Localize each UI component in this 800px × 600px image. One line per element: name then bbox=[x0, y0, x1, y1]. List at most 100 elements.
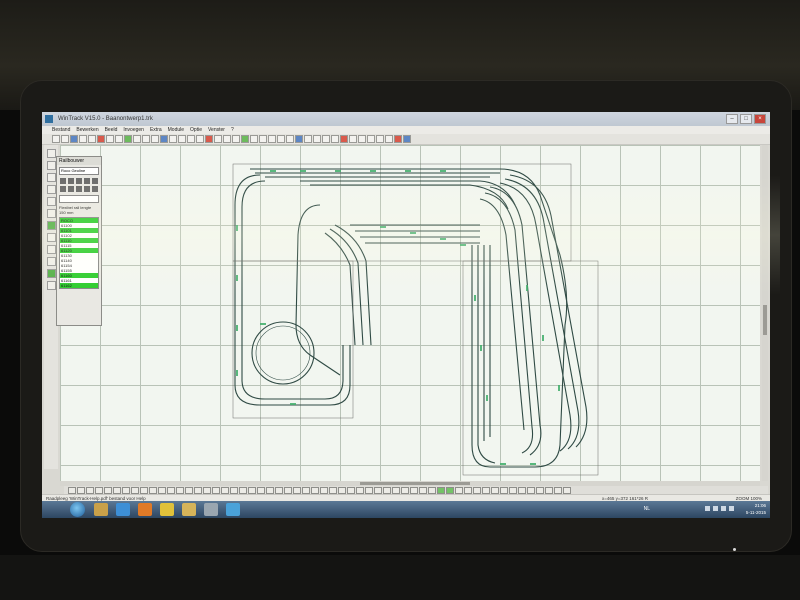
language-indicator[interactable]: NL bbox=[644, 506, 650, 512]
layer-tab-icon[interactable] bbox=[365, 486, 373, 494]
toolbar-button-icon[interactable] bbox=[115, 135, 123, 143]
wintrack-icon[interactable] bbox=[204, 503, 218, 516]
select-tool-icon[interactable] bbox=[46, 149, 56, 158]
grid-tool-icon[interactable] bbox=[46, 221, 56, 230]
layer-tab-icon[interactable] bbox=[194, 486, 202, 494]
layer-tab-icon[interactable] bbox=[212, 486, 220, 494]
layer-tab-icon[interactable] bbox=[392, 486, 400, 494]
menu-venster[interactable]: Venster bbox=[208, 127, 225, 133]
toolbar-button-icon[interactable] bbox=[259, 135, 267, 143]
turntable-icon[interactable] bbox=[60, 186, 66, 192]
toolbar-button-icon[interactable] bbox=[295, 135, 303, 143]
menu-invoegen[interactable]: Invoegen bbox=[123, 127, 144, 133]
toolbar-button-icon[interactable] bbox=[214, 135, 222, 143]
toolbar-button-icon[interactable] bbox=[277, 135, 285, 143]
height-tool-icon[interactable] bbox=[46, 257, 56, 266]
layer-tab-icon[interactable] bbox=[356, 486, 364, 494]
layer-tab-icon[interactable] bbox=[347, 486, 355, 494]
layer-tool-icon[interactable] bbox=[46, 245, 56, 254]
toolbar-button-icon[interactable] bbox=[97, 135, 105, 143]
layer-tab-icon[interactable] bbox=[464, 486, 472, 494]
layer-tab-icon[interactable] bbox=[383, 486, 391, 494]
layer-tab-icon[interactable] bbox=[536, 486, 544, 494]
track-part-item[interactable]: 61164 bbox=[60, 288, 98, 289]
toolbar-button-icon[interactable] bbox=[367, 135, 375, 143]
layer-tab-icon[interactable] bbox=[257, 486, 265, 494]
menu-extra[interactable]: Extra bbox=[150, 127, 162, 133]
layer-tab-icon[interactable] bbox=[374, 486, 382, 494]
volume-icon[interactable] bbox=[721, 506, 726, 511]
layer-tab-icon[interactable] bbox=[86, 486, 94, 494]
layer-tab-icon[interactable] bbox=[401, 486, 409, 494]
start-button[interactable] bbox=[70, 502, 85, 517]
explorer-icon[interactable] bbox=[94, 503, 108, 516]
toolbar-button-icon[interactable] bbox=[133, 135, 141, 143]
menu-help[interactable]: ? bbox=[231, 127, 234, 133]
layer-tab-icon[interactable] bbox=[482, 486, 490, 494]
toolbar-button-icon[interactable] bbox=[151, 135, 159, 143]
toolbar-button-icon[interactable] bbox=[376, 135, 384, 143]
maximize-button[interactable]: □ bbox=[740, 114, 752, 124]
layer-tab-icon[interactable] bbox=[239, 486, 247, 494]
layer-tab-icon[interactable] bbox=[230, 486, 238, 494]
toolbar-button-icon[interactable] bbox=[124, 135, 132, 143]
layer-tab-icon[interactable] bbox=[311, 486, 319, 494]
layer-tab-icon[interactable] bbox=[266, 486, 274, 494]
toolbar-button-icon[interactable] bbox=[232, 135, 240, 143]
chrome-icon[interactable] bbox=[160, 503, 174, 516]
tray-arrow-icon[interactable] bbox=[705, 506, 710, 511]
toolbar-button-icon[interactable] bbox=[61, 135, 69, 143]
layer-tab-icon[interactable] bbox=[446, 486, 454, 494]
bridge-icon[interactable] bbox=[76, 186, 82, 192]
toolbar-button-icon[interactable] bbox=[322, 135, 330, 143]
toolbar-button-icon[interactable] bbox=[241, 135, 249, 143]
layer-tab-icon[interactable] bbox=[248, 486, 256, 494]
layer-tab-icon[interactable] bbox=[275, 486, 283, 494]
toolbar-button-icon[interactable] bbox=[349, 135, 357, 143]
layer-tab-icon[interactable] bbox=[185, 486, 193, 494]
layer-tab-icon[interactable] bbox=[491, 486, 499, 494]
arrow-icon[interactable] bbox=[92, 186, 98, 192]
layer-tab-icon[interactable] bbox=[140, 486, 148, 494]
layer-tab-icon[interactable] bbox=[473, 486, 481, 494]
layer-tab-icon[interactable] bbox=[176, 486, 184, 494]
toolbar-button-icon[interactable] bbox=[178, 135, 186, 143]
ie-icon[interactable] bbox=[116, 503, 130, 516]
toolbar-button-icon[interactable] bbox=[394, 135, 402, 143]
layer-tab-icon[interactable] bbox=[563, 486, 571, 494]
toolbar-button-icon[interactable] bbox=[106, 135, 114, 143]
toolbar-button-icon[interactable] bbox=[169, 135, 177, 143]
straight-track-icon[interactable] bbox=[60, 178, 66, 184]
media-player-icon[interactable] bbox=[138, 503, 152, 516]
signal-tool-icon[interactable] bbox=[46, 269, 56, 278]
vertical-scroll-thumb[interactable] bbox=[763, 305, 767, 335]
menu-optie[interactable]: Optie bbox=[190, 127, 202, 133]
toolbar-button-icon[interactable] bbox=[142, 135, 150, 143]
layer-tab-icon[interactable] bbox=[293, 486, 301, 494]
tunnel-icon[interactable] bbox=[84, 186, 90, 192]
close-button[interactable]: × bbox=[754, 114, 766, 124]
layer-tab-icon[interactable] bbox=[554, 486, 562, 494]
layer-tab-icon[interactable] bbox=[122, 486, 130, 494]
layer-tab-icon[interactable] bbox=[455, 486, 463, 494]
toolbar-button-icon[interactable] bbox=[196, 135, 204, 143]
toolbar-button-icon[interactable] bbox=[313, 135, 321, 143]
layer-tab-icon[interactable] bbox=[149, 486, 157, 494]
layer-tab-icon[interactable] bbox=[203, 486, 211, 494]
layer-tab-icon[interactable] bbox=[158, 486, 166, 494]
network-tray-icon[interactable] bbox=[713, 506, 718, 511]
layer-tab-icon[interactable] bbox=[329, 486, 337, 494]
track-tool-icon[interactable] bbox=[46, 161, 56, 170]
switch-tool-icon[interactable] bbox=[46, 173, 56, 182]
layer-tab-icon[interactable] bbox=[428, 486, 436, 494]
menu-module[interactable]: Module bbox=[168, 127, 184, 133]
toolbar-button-icon[interactable] bbox=[205, 135, 213, 143]
menu-beeld[interactable]: Beeld bbox=[105, 127, 118, 133]
toolbar-button-icon[interactable] bbox=[385, 135, 393, 143]
flag-icon[interactable] bbox=[729, 506, 734, 511]
toolbar-button-icon[interactable] bbox=[52, 135, 60, 143]
menu-bewerken[interactable]: Bewerken bbox=[76, 127, 98, 133]
layer-tab-icon[interactable] bbox=[131, 486, 139, 494]
curve-tool-icon[interactable] bbox=[46, 185, 56, 194]
toolbar-button-icon[interactable] bbox=[403, 135, 411, 143]
